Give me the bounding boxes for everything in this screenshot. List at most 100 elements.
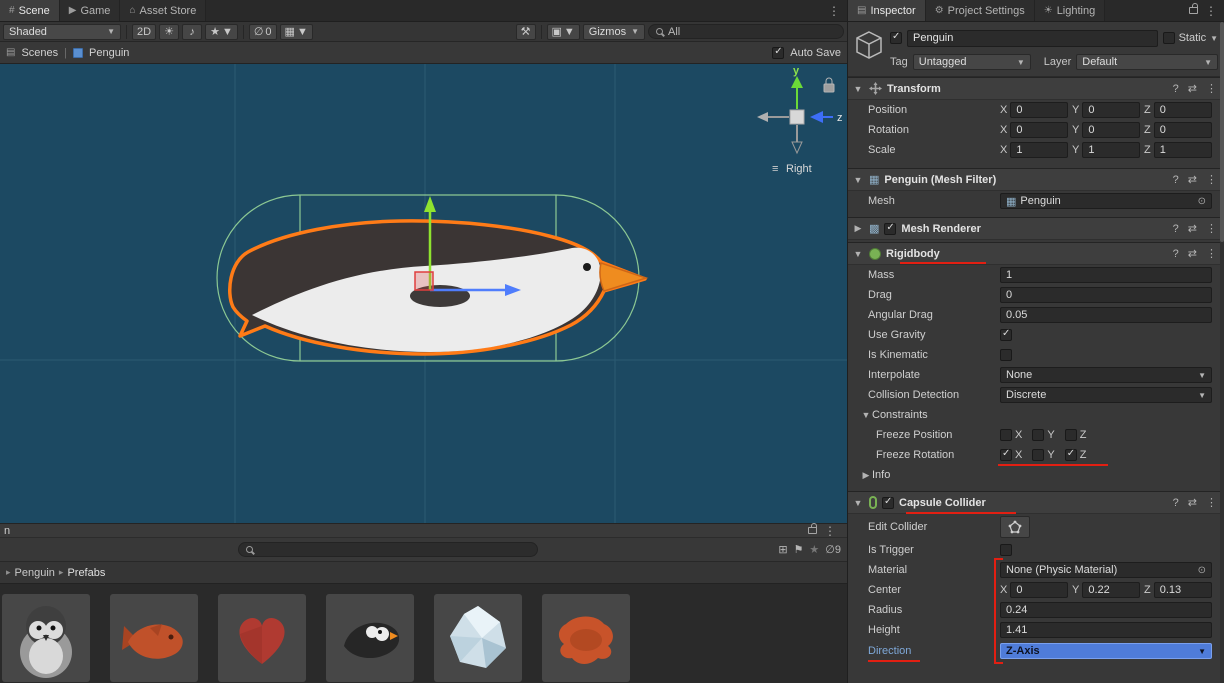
project-panel-menu-icon[interactable]: ⋮ xyxy=(817,524,843,538)
view-lock-icon[interactable] xyxy=(824,78,834,92)
component-menu-icon[interactable]: ⋮ xyxy=(1206,222,1217,235)
angular-drag-field[interactable]: 0.05 xyxy=(1000,307,1212,323)
orientation-y-arrow[interactable] xyxy=(791,76,803,88)
rotation-x-field[interactable]: 0 xyxy=(1010,122,1068,138)
capsule-collider-enabled-checkbox[interactable] xyxy=(882,497,894,509)
scale-y-field[interactable]: 1 xyxy=(1082,142,1140,158)
help-icon[interactable]: ? xyxy=(1173,497,1179,509)
material-object-field[interactable]: None (Physic Material) ⊙ xyxy=(1000,562,1212,578)
layer-dropdown[interactable]: Default▼ xyxy=(1076,54,1218,70)
orientation-menu-icon[interactable]: ≡ xyxy=(772,163,778,175)
orientation-z-arrow[interactable] xyxy=(810,111,823,123)
open-scene-name[interactable]: Penguin xyxy=(89,47,129,59)
asset-thumb-fish-flat[interactable] xyxy=(542,594,630,682)
info-foldout[interactable]: ▶ Info xyxy=(848,465,1224,485)
search-by-label-button[interactable]: ⚑ xyxy=(794,543,804,556)
radius-field[interactable]: 0.24 xyxy=(1000,602,1212,618)
drag-field[interactable]: 0 xyxy=(1000,287,1212,303)
freeze-position-z-checkbox[interactable] xyxy=(1065,429,1077,441)
gizmo-plane-handle[interactable] xyxy=(415,272,433,290)
capsule-collider-header[interactable]: ▼ Capsule Collider ? ⇄ ⋮ xyxy=(848,492,1224,514)
collision-detection-dropdown[interactable]: Discrete▼ xyxy=(1000,387,1212,403)
auto-save-checkbox[interactable] xyxy=(772,47,784,59)
position-z-field[interactable]: 0 xyxy=(1154,102,1212,118)
rotation-y-field[interactable]: 0 xyxy=(1082,122,1140,138)
scene-panel-menu-icon[interactable]: ⋮ xyxy=(821,0,847,21)
is-kinematic-checkbox[interactable] xyxy=(1000,349,1012,361)
scale-z-field[interactable]: 1 xyxy=(1154,142,1212,158)
tag-dropdown[interactable]: Untagged▼ xyxy=(913,54,1031,70)
presets-icon[interactable]: ⇄ xyxy=(1188,496,1197,509)
presets-icon[interactable]: ⇄ xyxy=(1188,173,1197,186)
presets-icon[interactable]: ⇄ xyxy=(1188,247,1197,260)
orientation-cube[interactable] xyxy=(790,110,804,124)
gameobject-name-field[interactable]: Penguin xyxy=(907,30,1158,47)
presets-icon[interactable]: ⇄ xyxy=(1188,222,1197,235)
component-menu-icon[interactable]: ⋮ xyxy=(1206,496,1217,509)
freeze-rotation-z-checkbox[interactable] xyxy=(1065,449,1077,461)
editor-tools-button[interactable]: ⚒ xyxy=(516,24,536,40)
help-icon[interactable]: ? xyxy=(1173,248,1179,260)
scene-effects-dropdown[interactable]: ★▼ xyxy=(205,24,238,40)
favorites-star-icon[interactable]: ★ xyxy=(809,543,819,556)
scale-x-field[interactable]: 1 xyxy=(1010,142,1068,158)
search-by-type-button[interactable]: ⊞ xyxy=(778,543,787,556)
is-trigger-checkbox[interactable] xyxy=(1000,544,1012,556)
foldout-icon[interactable]: ▼ xyxy=(852,175,864,185)
breadcrumb-root[interactable]: Penguin xyxy=(15,567,55,579)
mesh-object-field[interactable]: ▦ Penguin ⊙ xyxy=(1000,193,1212,209)
grid-visibility-dropdown[interactable]: ▦▼ xyxy=(280,24,313,40)
position-y-field[interactable]: 0 xyxy=(1082,102,1140,118)
interpolate-dropdown[interactable]: None▼ xyxy=(1000,367,1212,383)
tab-asset-store[interactable]: ⌂ Asset Store xyxy=(120,0,206,21)
static-dropdown[interactable]: Static ▼ xyxy=(1163,32,1218,44)
freeze-position-x-checkbox[interactable] xyxy=(1000,429,1012,441)
height-field[interactable]: 1.41 xyxy=(1000,622,1212,638)
asset-thumb-heart[interactable] xyxy=(218,594,306,682)
tab-inspector[interactable]: ▤ Inspector xyxy=(848,0,926,21)
mass-field[interactable]: 1 xyxy=(1000,267,1212,283)
asset-thumb-penguin[interactable] xyxy=(326,594,414,682)
direction-dropdown[interactable]: Z-Axis▼ xyxy=(1000,643,1212,659)
help-icon[interactable]: ? xyxy=(1173,223,1179,235)
camera-view-dropdown[interactable]: ▣▼ xyxy=(547,24,580,40)
rotation-z-field[interactable]: 0 xyxy=(1154,122,1212,138)
asset-thumb-fish[interactable] xyxy=(110,594,198,682)
component-menu-icon[interactable]: ⋮ xyxy=(1206,247,1217,260)
presets-icon[interactable]: ⇄ xyxy=(1188,82,1197,95)
component-menu-icon[interactable]: ⋮ xyxy=(1206,173,1217,186)
object-picker-icon[interactable]: ⊙ xyxy=(1198,565,1206,576)
center-z-field[interactable]: 0.13 xyxy=(1154,582,1212,598)
penguin-model[interactable] xyxy=(230,221,646,354)
rigidbody-header[interactable]: ▼ Rigidbody ? ⇄ ⋮ xyxy=(848,243,1224,265)
scene-viewport[interactable]: y z ≡ Right xyxy=(0,64,847,523)
center-y-field[interactable]: 0.22 xyxy=(1082,582,1140,598)
project-search-input[interactable] xyxy=(238,542,538,557)
gizmos-dropdown[interactable]: Gizmos▼ xyxy=(583,24,645,40)
inspector-scrollbar[interactable] xyxy=(1220,22,1224,683)
foldout-icon[interactable]: ▼ xyxy=(852,498,864,508)
mesh-renderer-enabled-checkbox[interactable] xyxy=(884,223,896,235)
hidden-objects-button[interactable]: ∅0 xyxy=(249,24,277,40)
constraints-foldout[interactable]: ▼ Constraints xyxy=(848,405,1224,425)
object-picker-icon[interactable]: ⊙ xyxy=(1198,196,1206,207)
foldout-icon[interactable]: ▶ xyxy=(852,223,864,234)
tab-project-settings[interactable]: ⚙ Project Settings xyxy=(926,0,1035,21)
scene-lighting-toggle[interactable]: ☀ xyxy=(159,24,179,40)
shading-mode-dropdown[interactable]: Shaded▼ xyxy=(3,24,121,40)
tab-lighting[interactable]: ☀ Lighting xyxy=(1035,0,1106,21)
scenes-label[interactable]: Scenes xyxy=(21,47,58,59)
orientation-label[interactable]: Right xyxy=(786,163,812,175)
mesh-filter-header[interactable]: ▼ ▦ Penguin (Mesh Filter) ? ⇄ ⋮ xyxy=(848,169,1224,191)
use-gravity-checkbox[interactable] xyxy=(1000,329,1012,341)
orientation-gizmo[interactable]: y z ≡ Right xyxy=(757,65,843,175)
gameobject-active-checkbox[interactable] xyxy=(890,32,902,44)
edit-collider-button[interactable] xyxy=(1000,516,1030,538)
inspector-lock-icon[interactable] xyxy=(1189,7,1198,14)
transform-header[interactable]: ▼ Transform ? ⇄ ⋮ xyxy=(848,78,1224,100)
breadcrumb-folder[interactable]: Prefabs xyxy=(67,567,105,579)
freeze-rotation-y-checkbox[interactable] xyxy=(1032,449,1044,461)
scene-canvas[interactable]: y z ≡ Right xyxy=(0,64,847,523)
2d-toggle-button[interactable]: 2D xyxy=(132,24,156,40)
asset-thumb-baby-penguin[interactable] xyxy=(2,594,90,682)
